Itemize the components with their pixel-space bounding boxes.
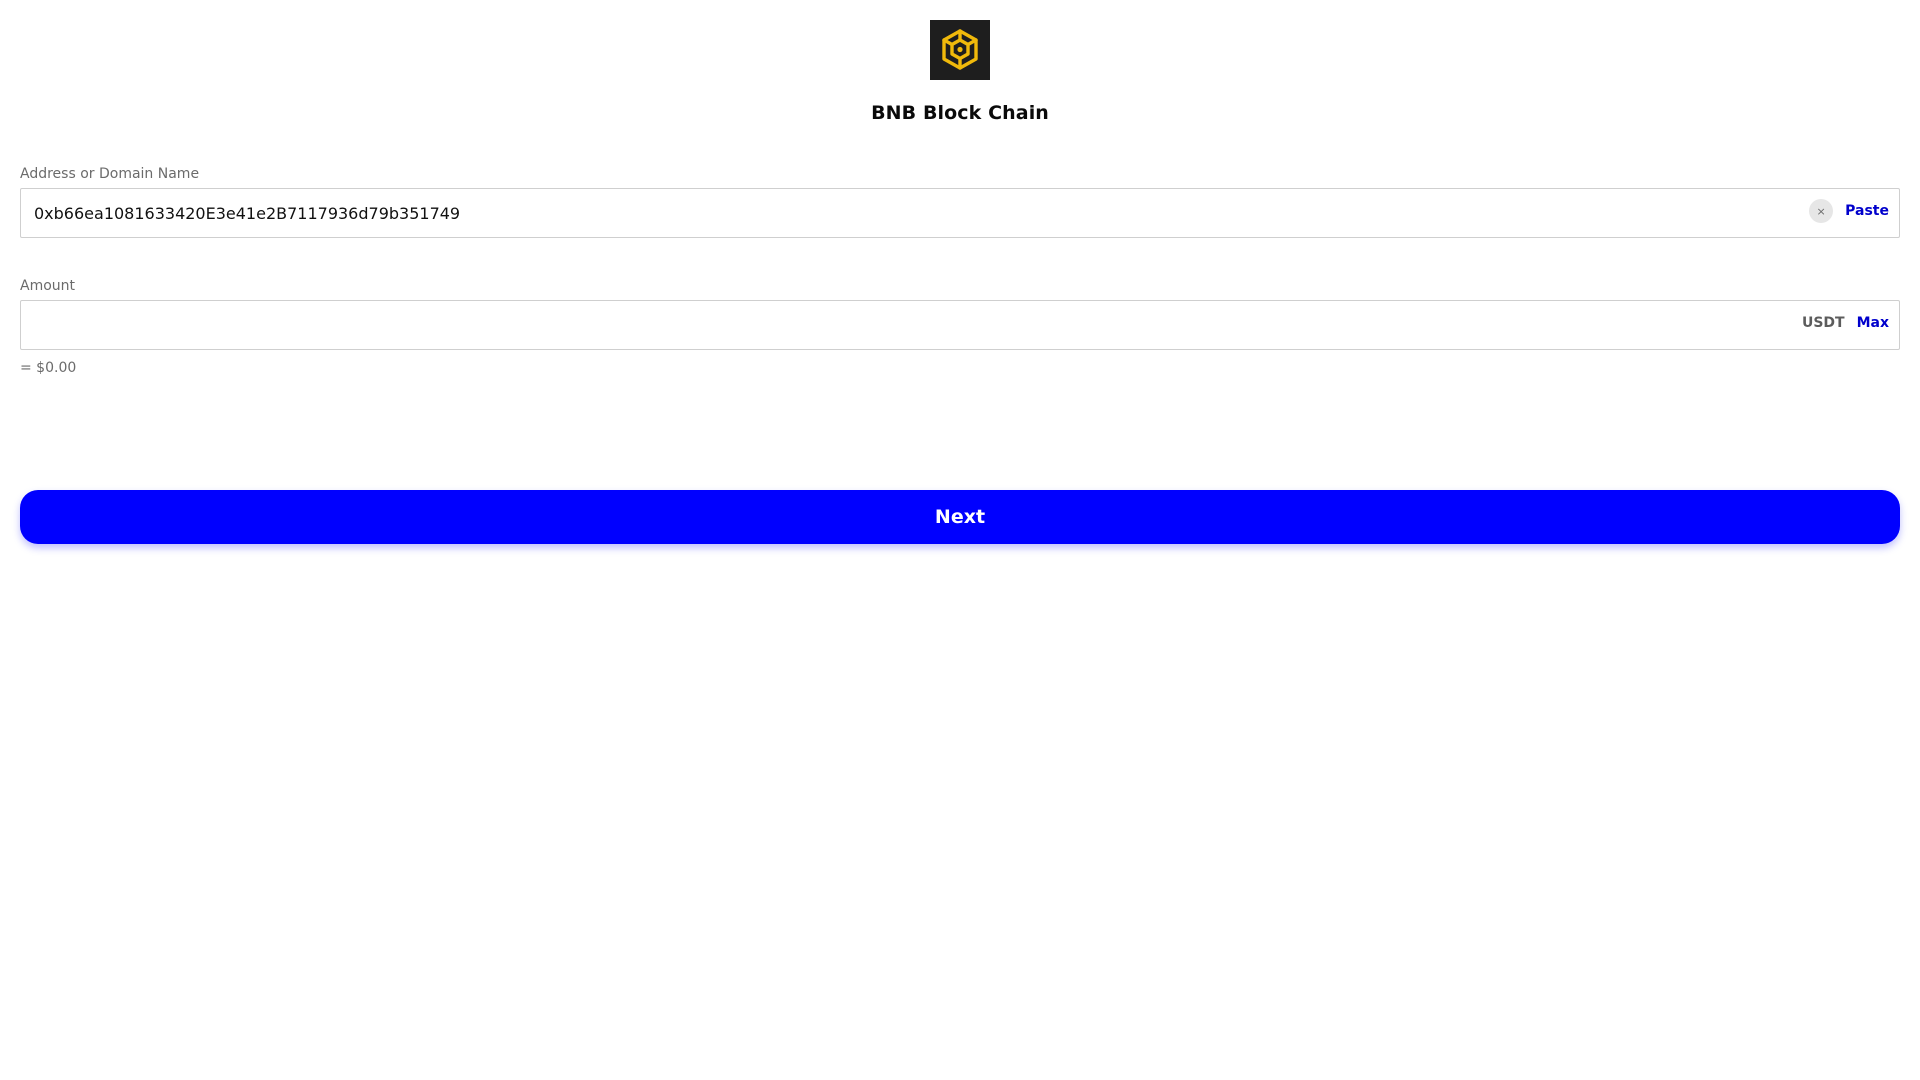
address-label: Address or Domain Name [20, 166, 200, 182]
page-title: BNB Block Chain [871, 102, 1049, 124]
bnb-logo-icon [930, 20, 990, 80]
amount-label: Amount [20, 278, 76, 294]
next-button[interactable]: Next [20, 490, 1900, 544]
amount-section: Amount USDT Max = $0.00 [20, 278, 1900, 376]
paste-button[interactable]: Paste [1845, 203, 1889, 219]
fiat-value: = $0.00 [20, 360, 77, 376]
address-input[interactable]: 0xb66ea1081633420E3e41e2B7117936d79b3517… [20, 188, 1900, 238]
amount-actions: USDT Max [1802, 315, 1889, 331]
address-actions: × Paste [1809, 199, 1889, 223]
close-icon: × [1816, 204, 1826, 218]
bnb-logo-graphic [942, 29, 978, 70]
header: BNB Block Chain [20, 0, 1900, 124]
clear-address-button[interactable]: × [1809, 199, 1834, 223]
amount-input[interactable]: USDT Max [20, 300, 1900, 350]
send-page: BNB Block Chain Address or Domain Name 0… [0, 0, 1920, 1080]
max-button[interactable]: Max [1857, 315, 1889, 331]
address-section: Address or Domain Name 0xb66ea1081633420… [20, 166, 1900, 238]
currency-label: USDT [1801, 315, 1845, 331]
address-value[interactable]: 0xb66ea1081633420E3e41e2B7117936d79b3517… [34, 204, 1809, 223]
